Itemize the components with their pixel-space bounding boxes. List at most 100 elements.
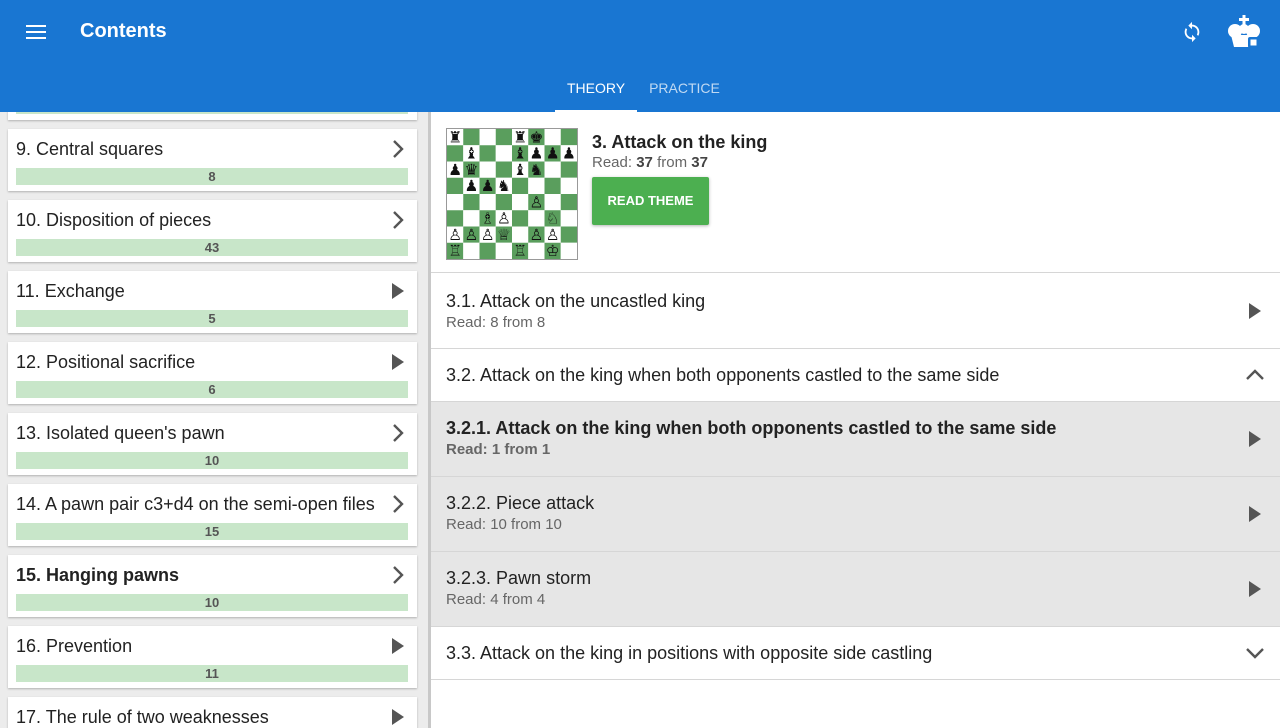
white-queen-icon: ♕ [497, 226, 511, 244]
board-square [479, 242, 496, 259]
board-square [463, 129, 480, 146]
section-title: 3.3. Attack on the king in positions wit… [446, 643, 933, 663]
board-square [544, 161, 561, 178]
play-arrow-icon [387, 279, 409, 303]
section-title: 3.1. Attack on the uncastled king [446, 291, 706, 311]
section-row-collapsed[interactable]: 3.3. Attack on the king in positions wit… [431, 627, 1280, 680]
profile-button[interactable] [1224, 12, 1264, 52]
play-arrow-icon [387, 350, 409, 374]
chevron-right-icon [387, 208, 409, 232]
play-arrow-icon [1244, 578, 1266, 600]
tab-bar: THEORY PRACTICE [555, 64, 732, 112]
board-square [512, 226, 529, 243]
chapter-card[interactable]: 13. Isolated queen's pawn 10 [8, 413, 417, 475]
chapter-card[interactable]: 14. A pawn pair c3+d4 on the semi-open f… [8, 484, 417, 546]
section-read-progress: Read: 8 from 8 [446, 314, 546, 331]
theme-read-progress: Read: 37 from 37 [592, 154, 708, 171]
page-title: Contents [80, 20, 167, 42]
chapter-card[interactable]: 17. The rule of two weaknesses [8, 697, 417, 728]
play-arrow-icon [1244, 428, 1266, 450]
chevron-right-icon [387, 421, 409, 445]
board-square [560, 177, 577, 194]
chapter-title: 13. Isolated queen's pawn [16, 423, 225, 443]
subsection-read-progress: Read: 4 from 4 [446, 591, 546, 608]
board-square [447, 194, 464, 211]
chapter-list[interactable]: 9. Central squares 8 10. Disposition of … [0, 112, 430, 728]
board-square [495, 129, 512, 146]
board-square [463, 242, 480, 259]
tab-theory[interactable]: THEORY [555, 64, 638, 112]
chapter-card[interactable]: 9. Central squares 8 [8, 129, 417, 191]
section-row-expanded[interactable]: 3.2. Attack on the king when both oppone… [431, 349, 1280, 402]
subsection-row[interactable]: 3.2.3. Pawn storm Read: 4 from 4 [431, 552, 1280, 627]
board-square [479, 161, 496, 178]
subsection-read-progress: Read: 1 from 1 [446, 441, 551, 458]
expand-more-icon[interactable] [1244, 642, 1266, 664]
board-square [447, 145, 464, 162]
progress-bar [16, 112, 408, 114]
progress-bar: 6 [16, 381, 408, 398]
progress-bar: 10 [16, 452, 408, 469]
chapter-card[interactable]: 11. Exchange 5 [8, 271, 417, 333]
black-knight-icon: ♞ [497, 177, 511, 195]
sync-button[interactable] [1176, 16, 1208, 48]
subsection-title: 3.2.3. Pawn storm [446, 568, 592, 588]
subsection-row[interactable]: 3.2.2. Piece attack Read: 10 from 10 [431, 477, 1280, 552]
board-square [560, 226, 577, 243]
theme-title: 3. Attack on the king [592, 132, 768, 152]
tab-practice[interactable]: PRACTICE [637, 64, 732, 112]
play-arrow-icon [387, 634, 409, 658]
white-rook-icon: ♖ [448, 242, 462, 259]
section-row[interactable]: 3.1. Attack on the uncastled king Read: … [431, 273, 1280, 349]
white-pawn-icon: ♙ [464, 226, 478, 244]
chapter-title: 15. Hanging pawns [16, 565, 180, 585]
chapter-title: 11. Exchange [16, 281, 125, 301]
board-square [463, 210, 480, 227]
board-square [479, 129, 496, 146]
board-square [528, 242, 545, 259]
theme-detail-pane: ♜ ♜ ♚ ♝ ♝ ♟ ♟ ♟ ♟ ♛ ♝ ♞ ♟ ♟ ♞ ♙ ♗ ♙ ♘ ♙ ♙ ♙ ♕ ♙ ♙ ♖ ♖ ♔ 3. Attack o… [431, 112, 1280, 728]
black-bishop-icon: ♝ [513, 161, 527, 179]
board-square [447, 177, 464, 194]
progress-bar: 5 [16, 310, 408, 327]
chevron-right-icon [387, 563, 409, 587]
chapter-card-partial[interactable] [8, 112, 417, 120]
white-pawn-icon: ♙ [529, 226, 543, 244]
subsection-title: 3.2.2. Piece attack [446, 493, 595, 513]
black-pawn-icon: ♟ [481, 177, 495, 195]
progress-bar: 43 [16, 239, 408, 256]
read-theme-button[interactable]: READ THEME [592, 177, 709, 225]
chapter-card-current[interactable]: 15. Hanging pawns 10 [8, 555, 417, 617]
theme-header: ♜ ♜ ♚ ♝ ♝ ♟ ♟ ♟ ♟ ♛ ♝ ♞ ♟ ♟ ♞ ♙ ♗ ♙ ♘ ♙ ♙ ♙ ♕ ♙ ♙ ♖ ♖ ♔ 3. Attack o… [431, 112, 1280, 273]
menu-button[interactable] [18, 16, 54, 48]
board-square [560, 161, 577, 178]
subsection-read-progress: Read: 10 from 10 [446, 516, 562, 533]
chapter-title: 12. Positional sacrifice [16, 352, 196, 372]
chapter-title: 10. Disposition of pieces [16, 210, 212, 230]
subsection-row[interactable]: 3.2.1. Attack on the king when both oppo… [431, 402, 1280, 477]
black-pawn-icon: ♟ [464, 177, 478, 195]
play-arrow-icon [387, 705, 409, 728]
play-arrow-icon [1244, 300, 1266, 322]
chapter-card[interactable]: 12. Positional sacrifice 6 [8, 342, 417, 404]
progress-bar: 10 [16, 594, 408, 611]
board-square [560, 194, 577, 211]
king-crown-icon [1228, 15, 1260, 48]
black-rook-icon: ♜ [448, 129, 462, 146]
board-square [560, 129, 577, 146]
board-square [479, 194, 496, 211]
board-square [495, 161, 512, 178]
white-pawn-icon: ♙ [529, 193, 543, 211]
board-square [479, 145, 496, 162]
chapter-card[interactable]: 16. Prevention 11 [8, 626, 417, 688]
chapter-title: 9. Central squares [16, 139, 164, 159]
board-square [544, 177, 561, 194]
expand-less-icon[interactable] [1244, 364, 1266, 386]
chapter-title: 16. Prevention [16, 636, 133, 656]
white-king-icon: ♔ [546, 242, 560, 259]
progress-bar: 8 [16, 168, 408, 185]
black-knight-icon: ♞ [529, 161, 543, 179]
chapter-card[interactable]: 10. Disposition of pieces 43 [8, 200, 417, 262]
board-square [495, 194, 512, 211]
board-square [512, 194, 529, 211]
